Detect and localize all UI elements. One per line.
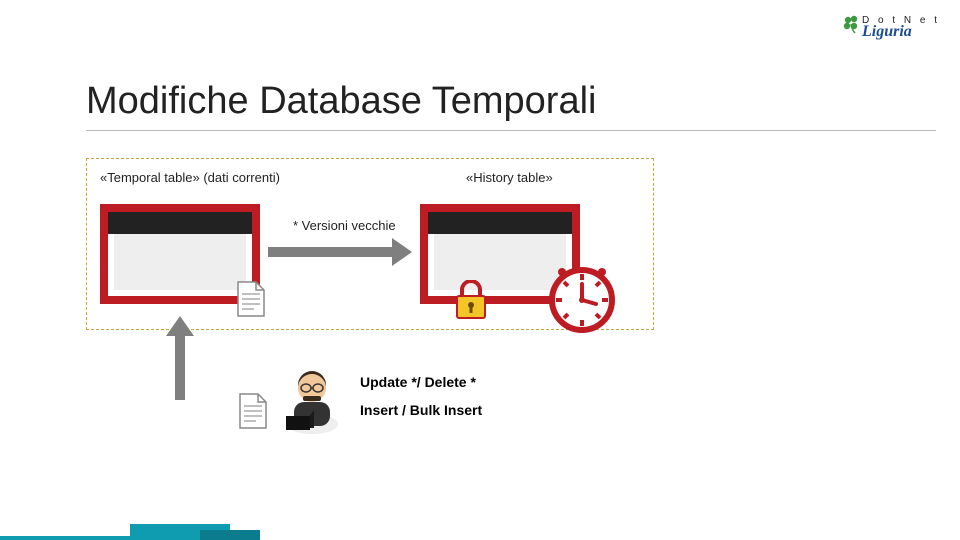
- brand-line2: Liguria: [862, 24, 940, 40]
- temporal-table-label: «Temporal table» (dati correnti): [100, 170, 280, 185]
- clover-icon: [842, 14, 862, 34]
- title-underline: [86, 130, 936, 131]
- document-icon: [238, 392, 268, 430]
- update-delete-label: Update */ Delete *: [360, 374, 476, 390]
- versions-label: * Versioni vecchie: [293, 218, 396, 233]
- db-body: [114, 234, 246, 290]
- insert-label: Insert / Bulk Insert: [360, 402, 482, 418]
- lock-icon: [454, 280, 488, 320]
- versions-arrow-icon: [268, 238, 412, 266]
- brand-logo: D o t N e t Liguria: [862, 16, 940, 40]
- footer-accent: [0, 524, 960, 540]
- insert-arrow-icon: [166, 316, 194, 400]
- user-icon: [282, 366, 342, 436]
- slide-title: Modifiche Database Temporali: [86, 80, 596, 129]
- db-header: [428, 212, 572, 234]
- document-icon: [236, 280, 266, 318]
- db-header: [108, 212, 252, 234]
- clock-icon: [546, 264, 618, 336]
- history-table-label: «History table»: [466, 170, 553, 185]
